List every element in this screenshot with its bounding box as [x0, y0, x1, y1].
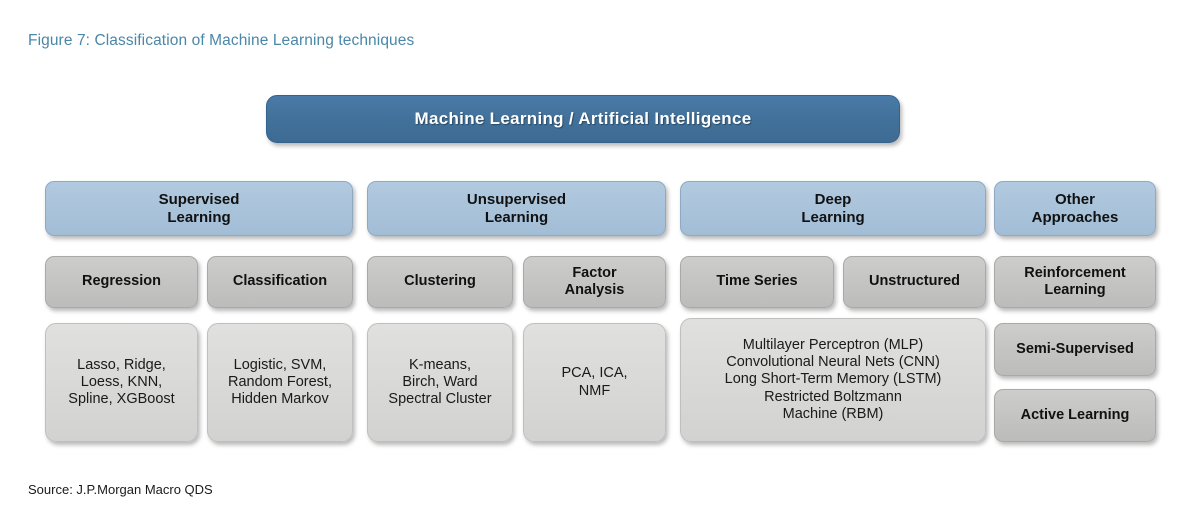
node-label-line1: Deep [814, 190, 852, 208]
node-label-line1: Unstructured [868, 273, 961, 290]
node-reinforcement-learning: Reinforcement Learning [994, 256, 1156, 308]
source-note: Source: J.P.Morgan Macro QDS [28, 482, 213, 497]
node-label-line2: Learning [1044, 282, 1106, 298]
node-label-line1: Classification [232, 273, 328, 290]
leaf-line: NMF [578, 382, 611, 399]
node-label-line2: Analysis [564, 282, 625, 298]
leaf-regression-techniques: Lasso, Ridge, Loess, KNN, Spline, XGBoos… [45, 323, 198, 442]
node-label-line2: Learning [167, 208, 231, 226]
leaf-classification-techniques: Logistic, SVM, Random Forest, Hidden Mar… [207, 323, 353, 442]
node-label-line1: Semi-Supervised [1016, 340, 1134, 357]
leaf-line: Spectral Cluster [388, 391, 492, 408]
node-label-line1: Reinforcement [1024, 264, 1126, 281]
leaf-line: K-means, [408, 356, 472, 373]
leaf-line: Convolutional Neural Nets (CNN) [726, 354, 940, 371]
node-label-line2: Learning [801, 208, 865, 226]
node-unsupervised-learning: Unsupervised Learning [367, 181, 666, 236]
leaf-line: Random Forest, [228, 373, 332, 390]
node-label-line2: Approaches [1031, 208, 1119, 226]
leaf-line: PCA, ICA, [561, 365, 628, 382]
leaf-clustering-techniques: K-means, Birch, Ward Spectral Cluster [367, 323, 513, 442]
leaf-line: Long Short-Term Memory (LSTM) [724, 371, 942, 388]
node-label-line1: Regression [82, 273, 161, 290]
node-label: Machine Learning / Artificial Intelligen… [414, 108, 752, 128]
figure-title: Figure 7: Classification of Machine Lear… [28, 32, 415, 49]
node-label-line1: Other [1054, 190, 1095, 208]
leaf-line: Birch, Ward [402, 373, 478, 390]
node-label-line2: Learning [484, 208, 549, 226]
node-label-line1: Active Learning [1020, 406, 1130, 423]
leaf-line: Restricted Boltzmann [764, 388, 902, 405]
leaf-deep-learning-techniques: Multilayer Perceptron (MLP) Convolutiona… [680, 318, 986, 442]
node-label-line1: Time Series [716, 273, 798, 290]
leaf-line: Hidden Markov [231, 391, 329, 408]
node-active-learning: Active Learning [994, 389, 1156, 442]
node-time-series: Time Series [680, 256, 834, 308]
node-label-line1: Supervised [158, 190, 240, 208]
leaf-line: Lasso, Ridge, [77, 356, 166, 373]
leaf-line: Multilayer Perceptron (MLP) [742, 337, 924, 354]
leaf-factor-analysis-techniques: PCA, ICA, NMF [523, 323, 666, 442]
node-supervised-learning: Supervised Learning [45, 181, 353, 236]
leaf-line: Machine (RBM) [782, 405, 884, 422]
node-semi-supervised: Semi-Supervised [994, 323, 1156, 376]
node-label-line1: Factor [572, 264, 617, 281]
node-label-line1: Clustering [404, 273, 476, 290]
node-clustering: Clustering [367, 256, 513, 308]
leaf-line: Spline, XGBoost [68, 391, 175, 408]
node-label-line1: Unsupervised [466, 190, 567, 208]
node-unstructured: Unstructured [843, 256, 986, 308]
node-other-approaches: Other Approaches [994, 181, 1156, 236]
node-machine-learning-root: Machine Learning / Artificial Intelligen… [266, 95, 900, 143]
node-factor-analysis: Factor Analysis [523, 256, 666, 308]
node-regression: Regression [45, 256, 198, 308]
leaf-line: Logistic, SVM, [233, 356, 327, 373]
leaf-line: Loess, KNN, [80, 373, 163, 390]
node-classification: Classification [207, 256, 353, 308]
node-deep-learning: Deep Learning [680, 181, 986, 236]
